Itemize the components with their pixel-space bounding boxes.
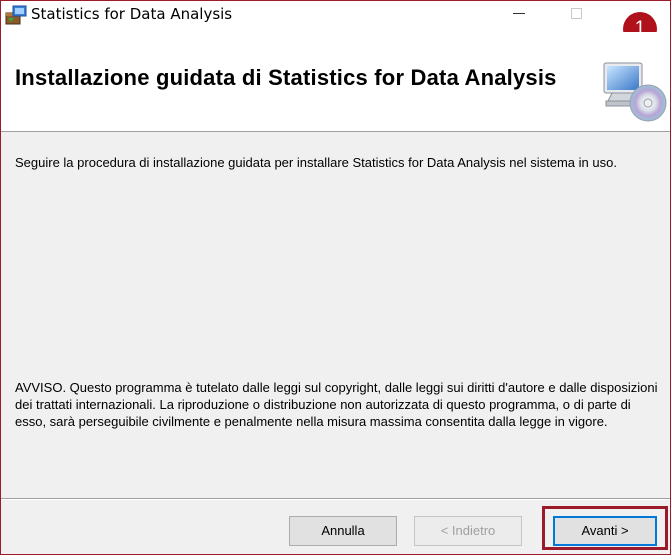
welcome-text: Seguire la procedura di installazione gu…	[15, 155, 617, 170]
minimize-icon[interactable]	[497, 1, 543, 31]
footer-divider-highlight	[1, 499, 670, 500]
computer-cd-icon	[598, 59, 670, 123]
back-button[interactable]: < Indietro	[414, 516, 522, 546]
installer-window: Statistics for Data Analysis 1 Installaz…	[0, 0, 671, 555]
page-title: Installazione guidata di Statistics for …	[15, 65, 557, 90]
title-bar: Statistics for Data Analysis	[1, 1, 670, 32]
next-button-highlight	[542, 506, 668, 550]
installer-package-icon	[4, 4, 28, 26]
window-title: Statistics for Data Analysis	[31, 5, 233, 23]
wizard-header: Installazione guidata di Statistics for …	[1, 32, 670, 132]
copyright-notice: AVVISO. Questo programma è tutelato dall…	[15, 380, 658, 429]
maximize-icon[interactable]	[553, 1, 599, 31]
cancel-button[interactable]: Annulla	[289, 516, 397, 546]
